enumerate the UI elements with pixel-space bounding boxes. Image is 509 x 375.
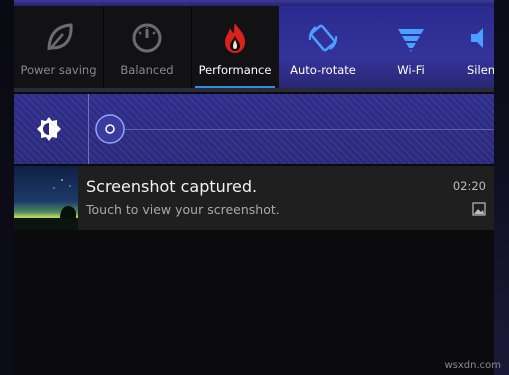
notification-text: Touch to view your screenshot.: [86, 202, 280, 217]
toggle-label: Auto-rotate: [290, 63, 356, 77]
brightness-slider-thumb[interactable]: [94, 113, 126, 145]
silent-icon: [471, 28, 483, 48]
rotate-icon: [308, 24, 338, 52]
toggle-performance[interactable]: Performance: [191, 6, 280, 92]
watermark: wsxdn.com: [444, 360, 501, 371]
toggle-silent[interactable]: Silen: [455, 6, 494, 92]
brightness-slider-track[interactable]: [124, 129, 494, 130]
image-icon: [472, 202, 486, 216]
brightness-icon[interactable]: [36, 116, 62, 142]
gauge-icon: [132, 23, 162, 53]
quick-toggles-bar: Power saving Balanced Performance Auto-r…: [14, 6, 494, 92]
notification-title: Screenshot captured.: [86, 177, 258, 196]
wifi-icon: [398, 29, 424, 52]
notification-time: 02:20: [452, 179, 486, 193]
toggle-balanced[interactable]: Balanced: [103, 6, 192, 92]
screenshot-thumbnail: [14, 166, 78, 230]
toggle-label: Power saving: [20, 63, 97, 77]
toggle-label: Balanced: [120, 63, 174, 77]
brightness-control: [14, 94, 494, 164]
brightness-divider: [88, 94, 89, 164]
toggle-label: Wi-Fi: [397, 63, 425, 77]
toggle-power-saving[interactable]: Power saving: [14, 6, 104, 92]
toggle-bar-underline: [14, 88, 494, 92]
toggle-auto-rotate[interactable]: Auto-rotate: [279, 6, 368, 92]
flame-icon: [225, 23, 245, 53]
notification-screenshot[interactable]: Screenshot captured. Touch to view your …: [14, 166, 494, 230]
toggle-wifi[interactable]: Wi-Fi: [367, 6, 456, 92]
toggle-label: Silen: [467, 63, 494, 77]
leaf-icon: [47, 23, 73, 51]
toggle-label: Performance: [198, 63, 272, 77]
